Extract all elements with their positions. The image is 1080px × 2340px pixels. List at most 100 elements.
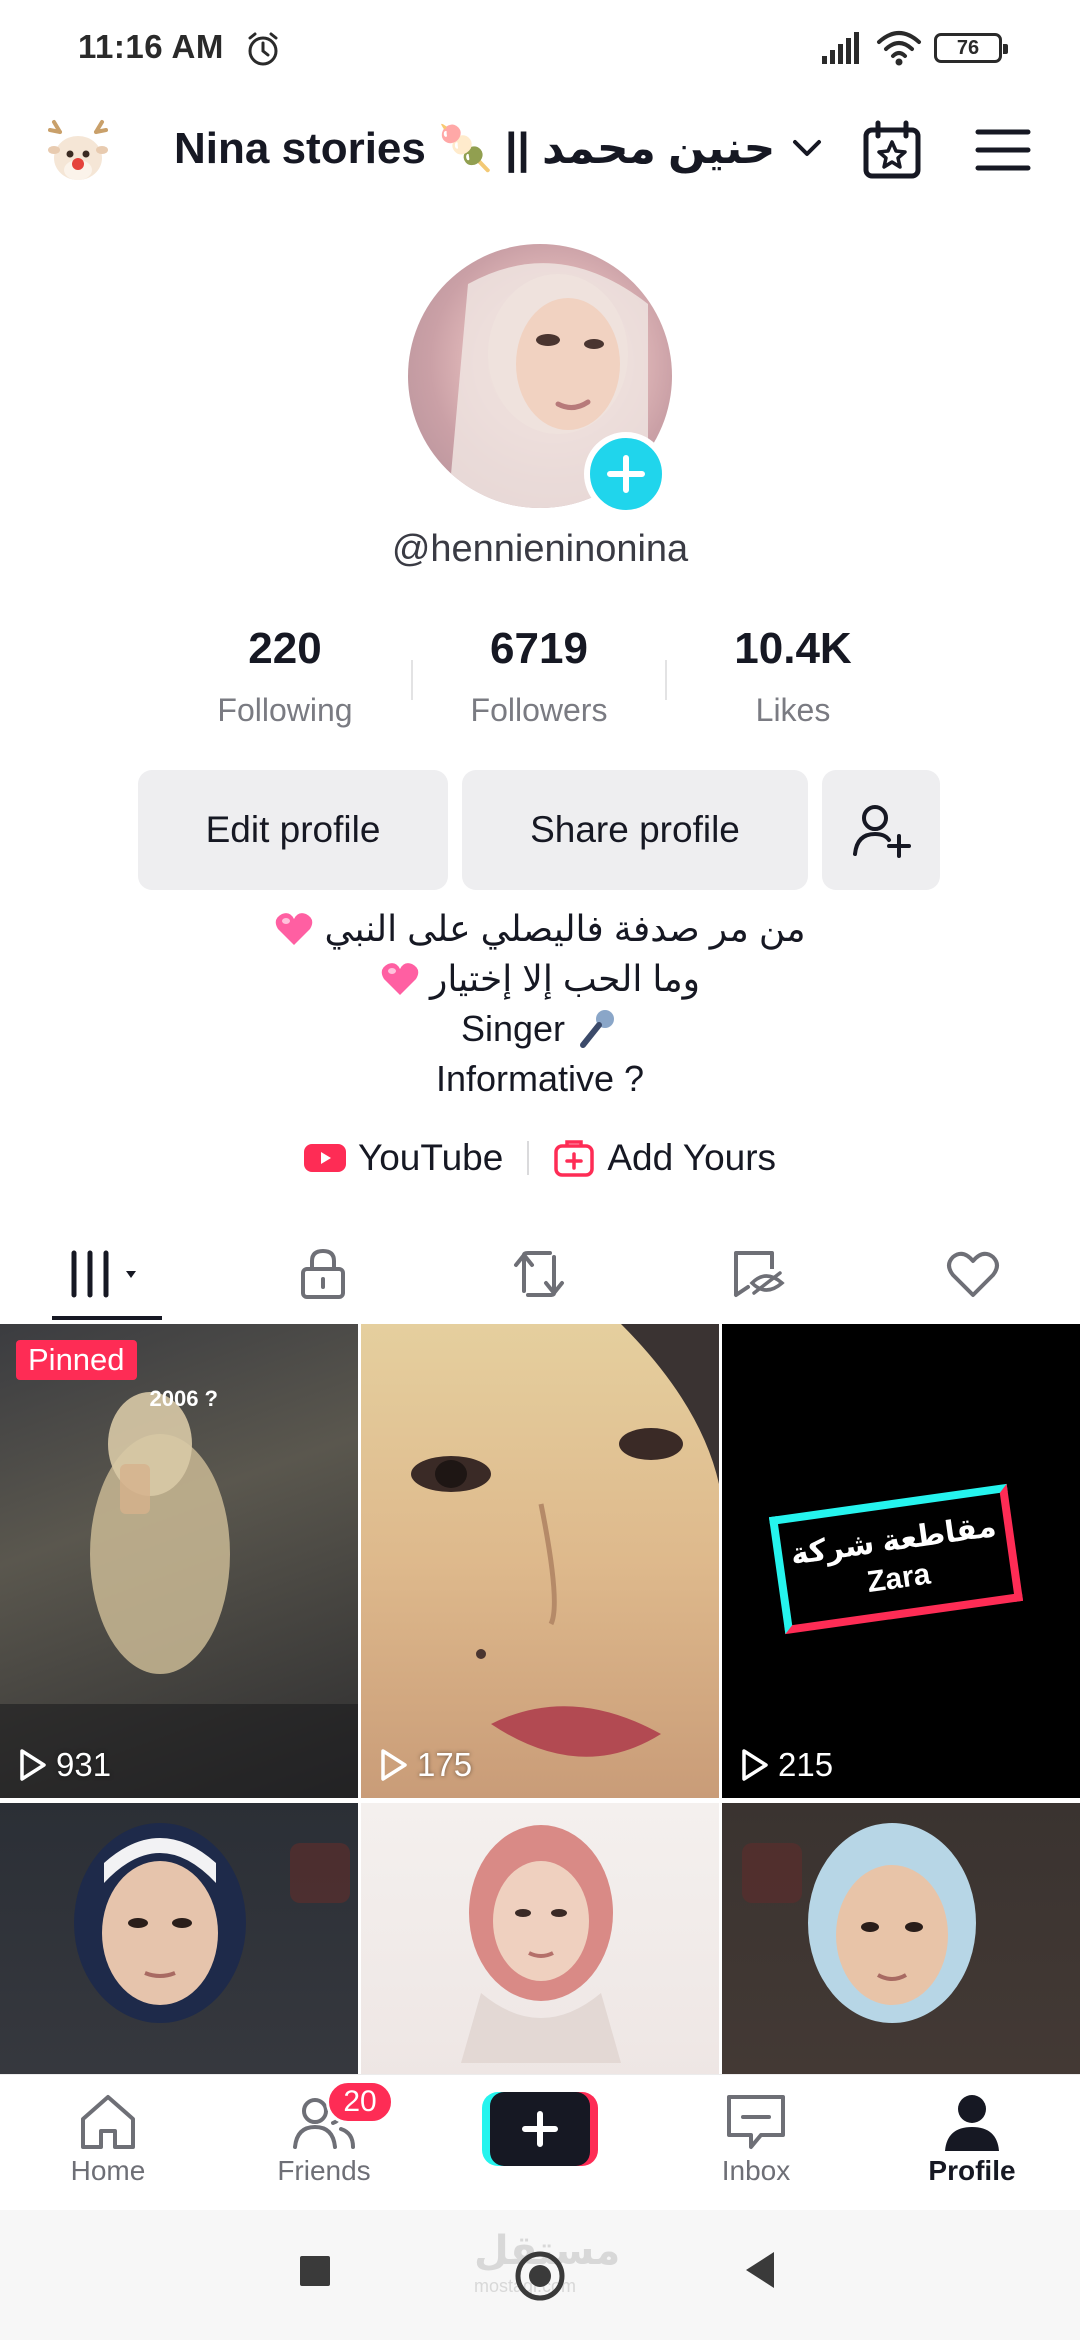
link-divider <box>527 1141 530 1175</box>
signal-icon <box>822 32 859 64</box>
back-system-button[interactable] <box>742 2250 778 2295</box>
video-tile[interactable] <box>0 1803 358 2074</box>
circle-home-icon <box>515 2251 565 2301</box>
video-views: 931 <box>18 1746 111 1784</box>
share-profile-button[interactable]: Share profile <box>462 770 808 890</box>
home-icon <box>81 2095 135 2149</box>
play-icon <box>381 1749 407 1781</box>
repost-icon <box>514 1251 564 1297</box>
recents-button[interactable] <box>298 2254 332 2293</box>
video-tile[interactable] <box>722 1803 1080 2074</box>
stat-likes[interactable]: 10.4K Likes <box>683 624 903 729</box>
chevron-down-icon <box>793 140 822 156</box>
videos-grid-icon <box>71 1250 136 1298</box>
bio-line-4: Informative ? <box>0 1054 1080 1104</box>
nav-home-label: Home <box>70 2155 146 2186</box>
bio-text-1: من مر صدفة فاليصلي على النبي <box>324 908 806 949</box>
video-thumbnail <box>461 1825 621 2063</box>
video-tile[interactable] <box>361 1803 719 2074</box>
account-switcher[interactable]: Nina stories 🍡 || حنين محمد <box>174 116 825 180</box>
stat-divider <box>665 660 667 700</box>
tab-liked[interactable] <box>898 1230 1048 1318</box>
status-time: 11:16 AM <box>78 28 224 65</box>
nav-inbox-label: Inbox <box>721 2155 791 2186</box>
calendar-star-icon[interactable] <box>862 120 922 180</box>
stat-following-label: Following <box>217 692 353 728</box>
tab-favorites[interactable] <box>682 1230 832 1318</box>
stat-following[interactable]: 220 Following <box>175 624 395 729</box>
zara-overlay-card: مقاطعة شركة Zara <box>768 1483 1024 1635</box>
zara-overlay-line2: Zara <box>864 1557 933 1599</box>
menu-icon[interactable] <box>974 124 1032 176</box>
status-bar: 11:16 AM 76 <box>0 0 1080 96</box>
play-icon <box>20 1749 46 1781</box>
bio-line-1: من مر صدفة فاليصلي على النبي <box>0 904 1080 954</box>
nav-inbox[interactable]: Inbox <box>676 2093 836 2187</box>
video-views: 215 <box>740 1746 833 1784</box>
profile-bio: من مر صدفة فاليصلي على النبي وما الحب إل… <box>0 904 1080 1104</box>
youtube-link[interactable]: YouTube <box>303 1137 504 1179</box>
video-thumbnail <box>742 1823 976 2023</box>
add-yours-link-label: Add Yours <box>607 1137 777 1178</box>
video-thumbnail <box>74 1823 350 2023</box>
add-friend-button[interactable] <box>822 770 940 890</box>
video-tile[interactable]: Pinned 2006 ? 931 <box>0 1324 358 1798</box>
profile-header: Nina stories 🍡 || حنين محمد <box>0 100 1080 200</box>
stat-followers[interactable]: 6719 Followers <box>429 624 649 729</box>
add-avatar-button[interactable] <box>584 432 668 516</box>
nav-profile[interactable]: Profile <box>892 2093 1052 2187</box>
friends-notification-badge: 20 <box>326 2080 394 2124</box>
plus-icon <box>607 455 645 493</box>
stat-following-value: 220 <box>248 624 322 673</box>
microphone-icon <box>580 1010 615 1048</box>
pink-heart-icon <box>276 913 313 945</box>
video-tile[interactable]: 175 <box>361 1324 719 1798</box>
battery-level: 76 <box>956 36 980 59</box>
battery-indicator: 76 <box>934 33 1008 63</box>
pink-heart-icon <box>381 963 419 995</box>
video-views-count: 175 <box>417 1746 473 1783</box>
alarm-icon <box>248 32 278 66</box>
stat-followers-value: 6719 <box>490 624 588 673</box>
home-system-button[interactable] <box>514 2250 566 2307</box>
edit-profile-button[interactable]: Edit profile <box>138 770 448 890</box>
video-thumbnail <box>411 1324 719 1757</box>
square-icon <box>300 2256 330 2286</box>
add-person-icon <box>853 805 911 858</box>
tab-reposts[interactable] <box>464 1230 614 1318</box>
bio-line-3: Singer <box>0 1004 1080 1054</box>
stat-divider <box>411 660 413 700</box>
back-triangle-icon <box>746 2252 774 2288</box>
account-name: Nina stories 🍡 || حنين محمد <box>174 124 776 173</box>
tab-private[interactable] <box>248 1230 398 1318</box>
stat-followers-label: Followers <box>470 692 608 728</box>
video-caption: 2006 ? <box>149 1386 219 1411</box>
hidden-favorites-icon <box>734 1251 785 1297</box>
nav-friends-label: Friends <box>277 2155 371 2186</box>
stat-likes-value: 10.4K <box>734 624 852 673</box>
nav-profile-label: Profile <box>928 2155 1016 2186</box>
video-views: 175 <box>379 1746 472 1784</box>
video-tile[interactable]: مقاطعة شركة Zara 215 <box>722 1324 1080 1798</box>
wifi-icon <box>877 31 921 66</box>
bio-text-2: وما الحب إلا إختيار <box>429 958 701 999</box>
youtube-icon <box>303 1144 346 1172</box>
profile-links: YouTube Add Yours <box>0 1130 1080 1186</box>
reindeer-icon[interactable] <box>40 118 116 188</box>
bio-line-2: وما الحب إلا إختيار <box>0 954 1080 1004</box>
plus-icon <box>522 2111 558 2147</box>
add-yours-icon <box>554 1140 595 1177</box>
active-tab-indicator <box>52 1316 162 1320</box>
stat-likes-label: Likes <box>755 692 831 728</box>
profile-username: @hennieninonina <box>391 528 689 570</box>
profile-stats: 220 Following 6719 Followers 10.4K Likes <box>0 624 1080 744</box>
create-video-button[interactable] <box>482 2092 598 2166</box>
tab-videos[interactable] <box>32 1230 182 1318</box>
add-yours-link[interactable]: Add Yours <box>553 1137 776 1179</box>
nav-home[interactable]: Home <box>28 2093 188 2187</box>
video-views-count: 931 <box>56 1746 112 1783</box>
profile-tabs <box>0 1230 1080 1322</box>
profile-icon <box>945 2095 999 2151</box>
youtube-link-label: YouTube <box>357 1137 504 1178</box>
inbox-icon <box>727 2095 785 2149</box>
